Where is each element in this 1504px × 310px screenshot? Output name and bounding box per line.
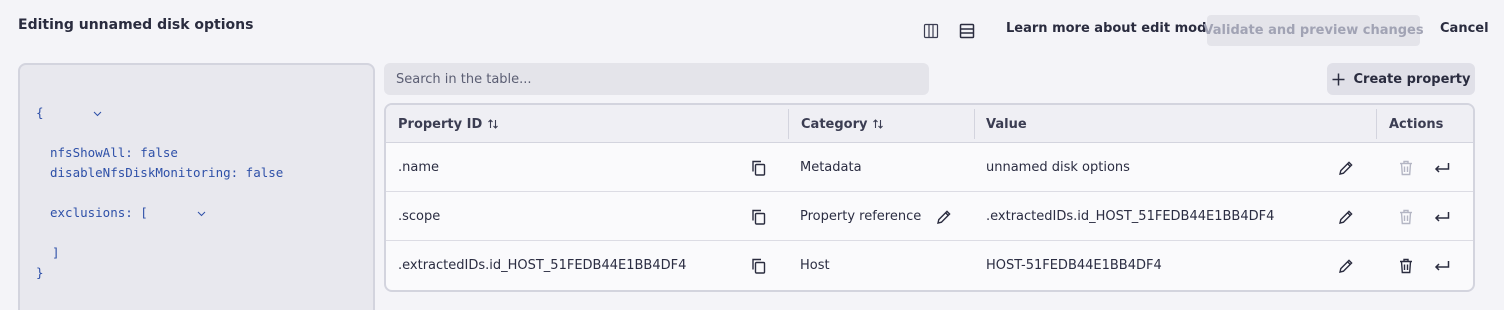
- column-header-category[interactable]: Category: [801, 105, 884, 143]
- value-cell: .extractedIDs.id_HOST_51FEDB44E1BB4DF4: [986, 209, 1275, 224]
- sort-icon: [873, 119, 884, 129]
- json-line-text: {: [36, 105, 44, 120]
- edit-icon[interactable]: [1336, 207, 1356, 227]
- revert-icon[interactable]: [1432, 158, 1452, 178]
- create-property-label: Create property: [1353, 71, 1471, 87]
- cancel-button[interactable]: Cancel: [1440, 21, 1489, 36]
- json-line-text: }: [36, 265, 44, 280]
- trash-icon: [1396, 158, 1416, 178]
- json-line: {: [36, 83, 373, 143]
- category-cell: Property reference: [800, 209, 922, 224]
- json-line: ]: [36, 243, 373, 263]
- column-divider[interactable]: [1376, 109, 1377, 139]
- table-row: .name Metadata unnamed disk options: [386, 143, 1473, 192]
- table-header: Property ID Category Value Actions: [386, 105, 1473, 143]
- validate-preview-button[interactable]: Validate and preview changes: [1203, 15, 1424, 46]
- category-cell: Host: [800, 258, 830, 273]
- value-cell: unnamed disk options: [986, 160, 1130, 175]
- json-line: }: [36, 263, 373, 283]
- column-header-actions: Actions: [1389, 105, 1443, 143]
- edit-icon[interactable]: [1336, 158, 1356, 178]
- trash-icon: [1396, 207, 1416, 227]
- category-cell: Metadata: [800, 160, 862, 175]
- property-id-cell: .extractedIDs.id_HOST_51FEDB44E1BB4DF4: [398, 258, 687, 273]
- revert-icon[interactable]: [1432, 207, 1452, 227]
- edit-category-icon[interactable]: [934, 207, 954, 227]
- json-editor[interactable]: { nfsShowAll: false disableNfsDiskMonito…: [18, 63, 375, 310]
- copy-icon[interactable]: [748, 158, 768, 178]
- create-property-button[interactable]: Create property: [1327, 63, 1475, 95]
- copy-icon[interactable]: [748, 207, 768, 227]
- json-line: disableNfsDiskMonitoring: false: [36, 163, 373, 183]
- column-header-label: Category: [801, 116, 868, 132]
- json-line: nfsShowAll: false: [36, 143, 373, 163]
- json-line-text: nfsShowAll: false: [50, 145, 178, 160]
- page-title: Editing unnamed disk options: [18, 17, 254, 33]
- json-line-text: ]: [52, 245, 60, 260]
- json-line-text: disableNfsDiskMonitoring: false: [50, 165, 284, 180]
- column-header-property-id[interactable]: Property ID: [398, 105, 499, 143]
- learn-more-button[interactable]: Learn more about edit mode: [1006, 21, 1215, 36]
- column-header-label: Property ID: [398, 116, 483, 132]
- table-row: .extractedIDs.id_HOST_51FEDB44E1BB4DF4 Ho…: [386, 241, 1473, 290]
- table-row: .scope Property reference .extractedIDs.id…: [386, 192, 1473, 241]
- copy-icon[interactable]: [748, 256, 768, 276]
- value-cell: HOST-51FEDB44E1BB4DF4: [986, 258, 1162, 273]
- columns-view-icon[interactable]: [920, 20, 942, 42]
- property-id-cell: .name: [398, 160, 439, 175]
- properties-table: Property ID Category Value Actions .name…: [384, 103, 1475, 292]
- plus-icon: [1332, 73, 1345, 85]
- column-divider[interactable]: [788, 109, 789, 139]
- table-search-input[interactable]: [384, 63, 929, 95]
- chevron-down-icon[interactable]: [48, 83, 102, 143]
- rows-view-icon[interactable]: [956, 20, 978, 42]
- column-header-label: Actions: [1389, 116, 1444, 132]
- trash-icon[interactable]: [1396, 256, 1416, 276]
- column-divider[interactable]: [974, 109, 975, 139]
- edit-icon[interactable]: [1336, 256, 1356, 276]
- json-line-text: exclusions: [: [50, 205, 148, 220]
- column-header-label: Value: [986, 116, 1027, 132]
- property-id-cell: .scope: [398, 209, 441, 224]
- chevron-down-icon[interactable]: [152, 183, 206, 243]
- revert-icon[interactable]: [1432, 256, 1452, 276]
- json-line: exclusions: [: [36, 183, 373, 243]
- sort-icon: [488, 119, 499, 129]
- column-header-value: Value: [986, 105, 1027, 143]
